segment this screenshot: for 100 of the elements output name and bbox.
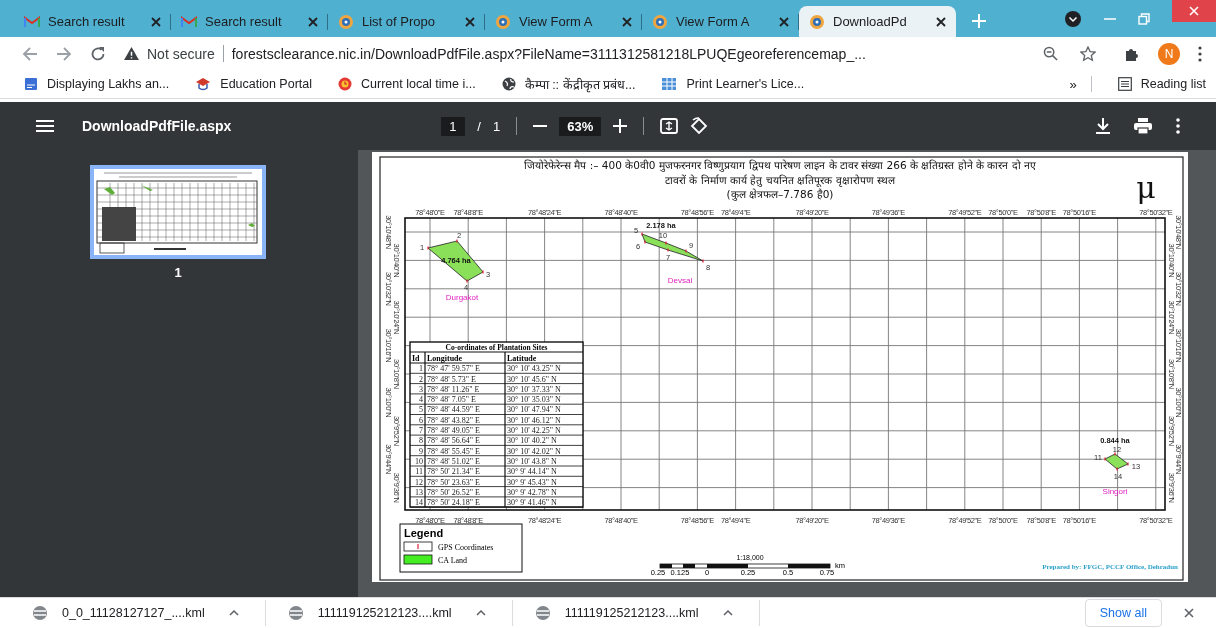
download-item[interactable]: 0_0_11128127127_....kml [32, 605, 205, 621]
forward-icon[interactable] [56, 45, 72, 62]
more-bookmarks-button[interactable]: » [1069, 76, 1077, 92]
table-cell: 78° 50' 23.63" E [427, 477, 480, 487]
table-cell: 78° 50' 21.34" E [427, 467, 480, 477]
table-cell: 78° 48' 7.05" E [427, 395, 476, 405]
column-header: Longitude [427, 354, 463, 363]
page-number-field[interactable]: 1 [441, 116, 466, 136]
table-cell: 78° 48' 11.26" E [427, 384, 480, 394]
site-polygon [641, 233, 704, 262]
table-cell: 5 [419, 405, 423, 415]
map-title: टावरों के निर्माण कार्य हेतु चयनित क्षतिपूरक वृक्षारोपण स्थल [665, 174, 895, 186]
table-cell: 78° 48' 56.64" E [427, 436, 480, 446]
graduation-cap-icon [195, 77, 212, 91]
browser-tab[interactable]: Search result [171, 6, 328, 37]
column-header: Latitude [507, 354, 537, 363]
table-cell: 3 [419, 384, 423, 394]
bookmark[interactable]: कैम्पा :: केंद्रीकृत प्रबंध... [501, 75, 636, 93]
site-name: Durgakot [445, 293, 479, 302]
table-cell: 1 [419, 364, 423, 374]
bookmark[interactable]: Current local time i... [338, 77, 476, 91]
table-cell: 78° 48' 51.02" E [427, 456, 480, 466]
tab-title: Search result [205, 14, 283, 29]
table-cell: 78° 48' 5.73" E [427, 374, 476, 384]
caret-icon[interactable] [228, 610, 239, 616]
table-cell: 14 [415, 498, 423, 508]
caret-icon[interactable] [722, 610, 733, 616]
browser-tab[interactable]: List of Propo [328, 6, 485, 37]
url-text[interactable]: forestsclearance.nic.in/DownloadPdfFile.aspx?FileName=3111312581218LPUQEgeoreferencemap_... [231, 45, 866, 62]
reload-icon[interactable] [90, 45, 106, 62]
table-cell: 78° 50' 26.52" E [427, 487, 480, 497]
bookmark[interactable]: Print Learner's Lice... [661, 77, 805, 91]
table-cell: 30° 10' 42.25" N [507, 426, 561, 435]
close-icon[interactable] [622, 16, 632, 27]
bookmark[interactable]: Displaying Lakhs an... [24, 77, 170, 91]
print-icon[interactable] [1134, 118, 1152, 134]
rotate-icon[interactable] [690, 117, 709, 135]
browser-tab[interactable]: DownloadPd [799, 6, 956, 37]
table-cell: 12 [415, 477, 423, 487]
close-icon[interactable] [308, 16, 318, 27]
globe-icon [501, 77, 516, 91]
file-icon [32, 605, 48, 621]
download-item[interactable]: 111119125212123....kml [534, 605, 699, 621]
fit-page-icon[interactable] [660, 118, 679, 134]
download-item[interactable]: 111119125212123....kml [287, 605, 452, 621]
page-separator: / [477, 118, 481, 134]
tab-title: Search result [48, 14, 126, 29]
table-cell: 30° 10' 42.02" N [507, 446, 561, 456]
column-header: Id [412, 354, 420, 363]
close-icon[interactable] [936, 16, 946, 27]
emblem-icon [809, 13, 825, 30]
clock-icon [338, 77, 353, 91]
table-cell: 78° 47' 59.57" E [427, 364, 480, 374]
bookmark[interactable]: Education Portal [195, 77, 313, 91]
tab-title: View Form A [519, 14, 594, 29]
close-icon[interactable] [151, 16, 161, 27]
page-number: 1 [174, 265, 182, 280]
table-cell: 2 [419, 374, 423, 384]
close-icon[interactable] [1184, 608, 1194, 618]
table-cell: 78° 50' 24.18" E [427, 498, 480, 508]
file-icon [287, 605, 304, 621]
show-all-button[interactable]: Show all [1084, 599, 1162, 627]
table-cell: 30° 9' 41.46" N [507, 498, 557, 508]
zoom-field[interactable]: 63% [559, 116, 602, 136]
menu-icon[interactable] [1198, 45, 1202, 62]
emblem-icon [338, 13, 354, 30]
menu-icon[interactable] [36, 120, 54, 132]
browser-tab[interactable]: View Form A [485, 6, 642, 37]
close-icon[interactable] [779, 16, 789, 27]
security-label[interactable]: Not secure [147, 45, 215, 62]
caret-icon[interactable] [475, 610, 486, 616]
table-cell: 8 [419, 436, 423, 446]
site-name: Devsal [667, 276, 693, 285]
back-icon[interactable] [22, 45, 38, 62]
zoom-icon[interactable] [1043, 46, 1058, 61]
tab-search-icon[interactable] [1064, 9, 1082, 28]
browser-tab[interactable]: Search result [14, 6, 171, 37]
zoom-in-icon[interactable] [613, 119, 628, 133]
gps-point-symbol-icon [403, 541, 433, 552]
legend-label: CA Land [438, 556, 468, 565]
table-cell: 4 [419, 395, 423, 405]
table-cell: 30° 10' 40.2" N [507, 436, 557, 446]
file-icon [534, 605, 551, 621]
table-cell: 30° 10' 45.6" N [507, 374, 557, 384]
tab-title: DownloadPd [833, 14, 908, 29]
close-icon[interactable] [465, 16, 475, 27]
grid-icon [661, 77, 678, 91]
download-icon[interactable] [1096, 118, 1110, 134]
mail-icon [181, 15, 197, 28]
table-cell: 30° 10' 37.33" N [507, 384, 561, 394]
browser-tab[interactable]: View Form A [642, 6, 799, 37]
table-cell: 30° 9' 45.43" N [507, 477, 557, 487]
reading-list-button[interactable]: Reading list [1117, 77, 1206, 91]
table-cell: 78° 48' 44.59" E [427, 405, 480, 415]
page-thumbnail[interactable] [90, 165, 266, 259]
table-cell: 30° 10' 43.8" N [507, 456, 557, 466]
table-cell: 30° 10' 47.94" N [507, 405, 561, 415]
star-icon[interactable] [1080, 45, 1096, 62]
more-icon[interactable] [1176, 118, 1180, 134]
warning-icon[interactable] [124, 47, 139, 60]
